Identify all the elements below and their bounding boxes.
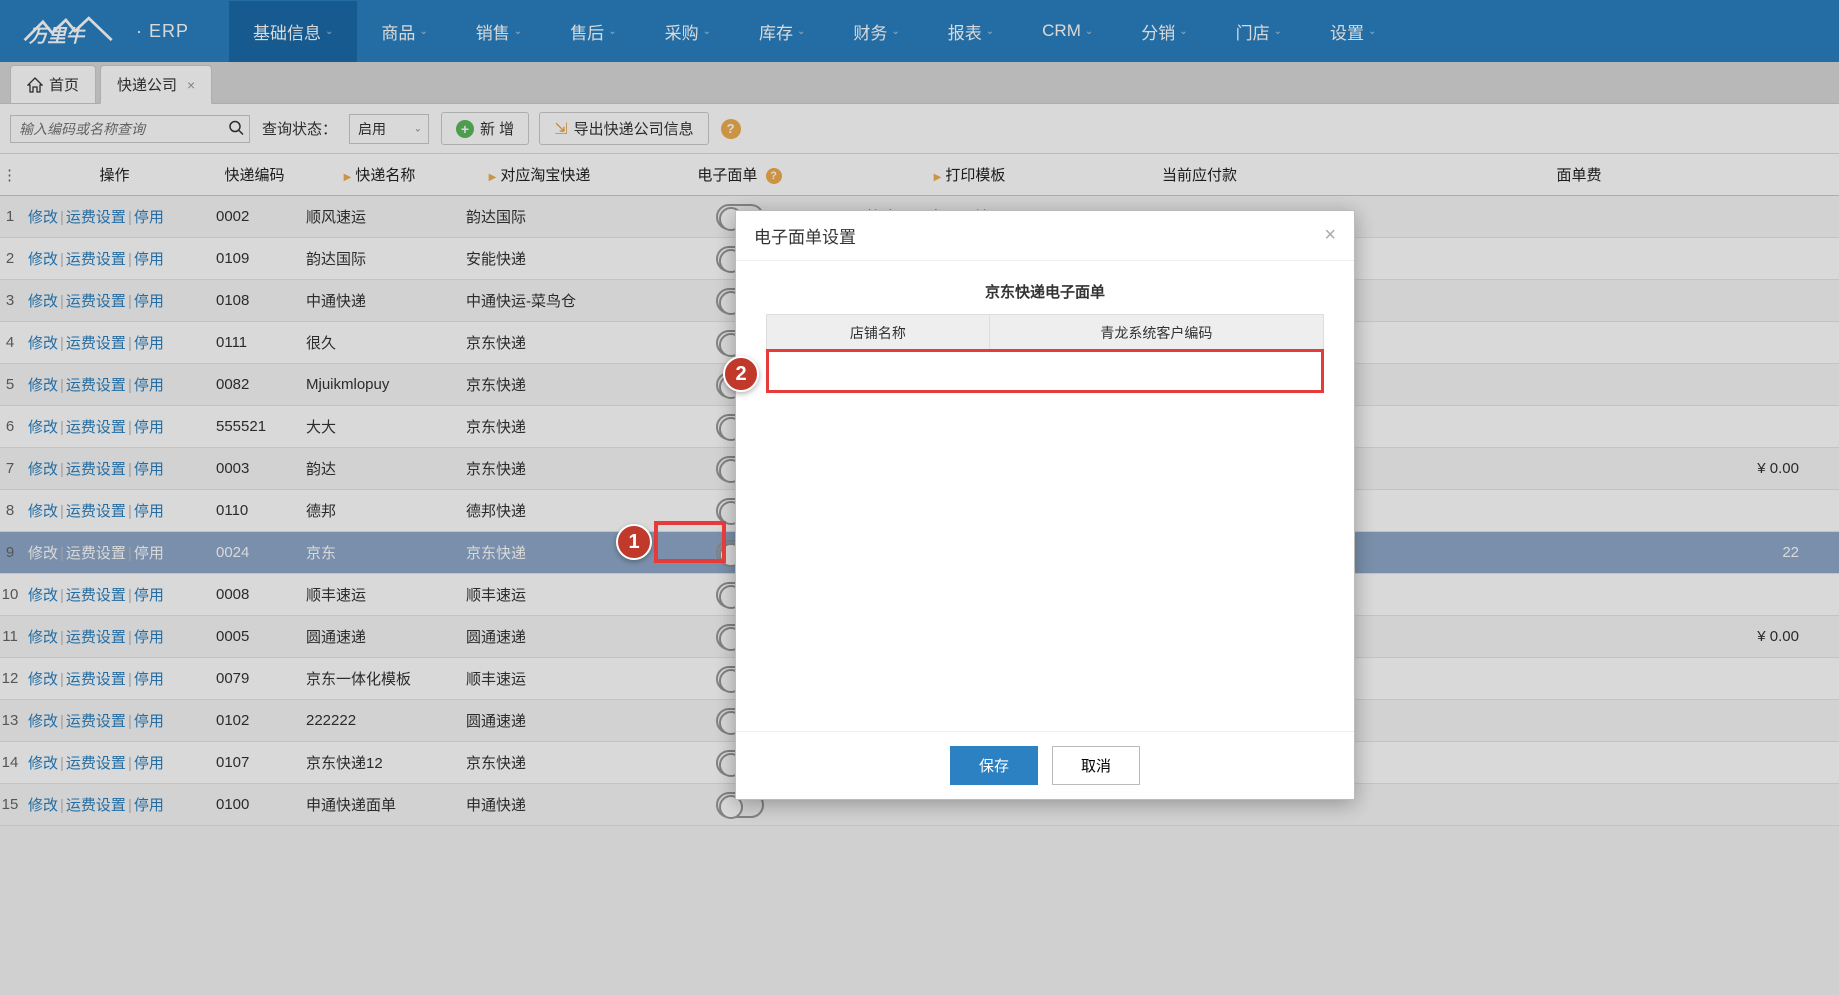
annotation-badge-1: 1 <box>616 524 652 560</box>
cancel-button[interactable]: 取消 <box>1052 746 1140 785</box>
modal-col-code: 青龙系统客户编码 <box>989 315 1323 352</box>
close-icon[interactable]: × <box>1324 224 1336 247</box>
modal-header: 电子面单设置 × <box>736 211 1354 261</box>
save-button[interactable]: 保存 <box>950 746 1038 785</box>
annotation-box-2 <box>766 349 1324 393</box>
modal-col-shop: 店铺名称 <box>767 315 990 352</box>
annotation-badge-2: 2 <box>723 356 759 392</box>
modal-body: 京东快递电子面单 店铺名称 青龙系统客户编码 <box>736 261 1354 731</box>
modal-footer: 保存 取消 <box>736 731 1354 799</box>
modal-subtitle: 京东快递电子面单 <box>766 281 1324 302</box>
modal-title: 电子面单设置 <box>754 223 856 248</box>
modal-table: 店铺名称 青龙系统客户编码 <box>766 314 1324 352</box>
annotation-box-1 <box>654 521 726 563</box>
ewaybill-modal: 电子面单设置 × 京东快递电子面单 店铺名称 青龙系统客户编码 保存 取消 <box>735 210 1355 800</box>
